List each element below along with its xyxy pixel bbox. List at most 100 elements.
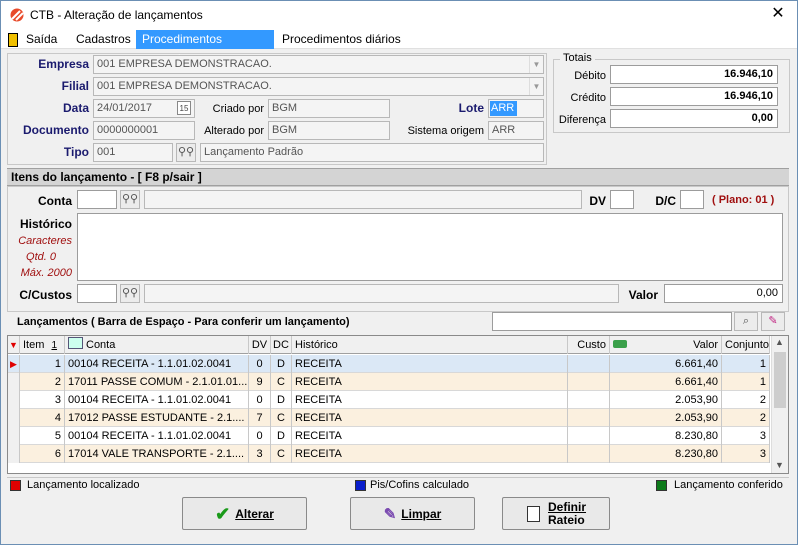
cell-historico: RECEITA	[292, 445, 568, 463]
legend-conferido-label: Lançamento conferido	[674, 479, 783, 491]
scroll-up-icon[interactable]: ▲	[775, 337, 784, 347]
menu-saida[interactable]: Saída	[20, 30, 63, 49]
alterar-button[interactable]: ✔ Alterar	[182, 497, 307, 530]
table-row[interactable]: ▶ 1 00104 RECEITA - 1.1.01.02.0041 0 D R…	[8, 355, 770, 373]
debito-value: 16.946,10	[610, 65, 778, 84]
valor-field[interactable]: 0,00	[664, 284, 783, 303]
col-dv[interactable]: DV	[249, 336, 271, 354]
lancamentos-search-input[interactable]	[492, 312, 732, 331]
vertical-scrollbar[interactable]: ▲ ▼	[771, 336, 788, 473]
col-conta-label: Conta	[86, 339, 116, 351]
chevron-down-icon[interactable]: ▼	[529, 78, 543, 95]
scroll-thumb[interactable]	[774, 352, 786, 408]
menu-procedimentos-mensais[interactable]: Procedimentos mensais	[136, 30, 274, 65]
col-conta[interactable]: Conta	[65, 336, 249, 354]
cell-conjunto: 3	[722, 427, 770, 445]
col-valor[interactable]: Valor	[610, 336, 722, 354]
cell-dv: 3	[249, 445, 271, 463]
historico-textarea[interactable]	[77, 213, 783, 281]
cell-dc: D	[271, 391, 292, 409]
alterado-label: Alterado por	[204, 125, 264, 137]
cell-conta: 17011 PASSE COMUM - 2.1.01.01...	[65, 373, 249, 391]
cell-conta: 00104 RECEITA - 1.1.01.02.0041	[65, 391, 249, 409]
col-custo[interactable]: Custo	[568, 336, 610, 354]
table-row[interactable]: 3 00104 RECEITA - 1.1.01.02.0041 0 D REC…	[8, 391, 770, 409]
cell-valor: 8.230,80	[610, 427, 722, 445]
cell-valor: 6.661,40	[610, 355, 722, 373]
col-dc[interactable]: DC	[271, 336, 292, 354]
cell-dv: 9	[249, 373, 271, 391]
cell-custo	[568, 355, 610, 373]
limpar-label: Limpar	[401, 507, 442, 521]
row-indicator	[8, 409, 20, 427]
credito-label: Crédito	[570, 92, 606, 104]
table-row[interactable]: 6 17014 VALE TRANSPORTE - 2.1.... 3 C RE…	[8, 445, 770, 463]
table-row[interactable]: 4 17012 PASSE ESTUDANTE - 2.1.... 7 C RE…	[8, 409, 770, 427]
caracteres-label: Caracteres	[18, 235, 72, 247]
cell-conta: 17012 PASSE ESTUDANTE - 2.1....	[65, 409, 249, 427]
cell-historico: RECEITA	[292, 427, 568, 445]
dv-field[interactable]	[610, 190, 634, 209]
calendar-icon[interactable]: 15	[177, 101, 191, 115]
check-icon: ✔	[215, 504, 231, 524]
cell-item: 5	[20, 427, 65, 445]
row-indicator	[8, 373, 20, 391]
criado-field: BGM	[268, 99, 390, 118]
cell-historico: RECEITA	[292, 373, 568, 391]
brush-icon[interactable]: ✎	[761, 312, 785, 331]
itens-section-header: Itens do lançamento - [ F8 p/sair ]	[7, 168, 789, 186]
table-row[interactable]: 2 17011 PASSE COMUM - 2.1.01.01... 9 C R…	[8, 373, 770, 391]
ccustos-field[interactable]	[77, 284, 117, 303]
menu-cadastros[interactable]: Cadastros	[70, 30, 137, 49]
cell-item: 6	[20, 445, 65, 463]
lancamentos-title: Lançamentos ( Barra de Espaço - Para con…	[17, 316, 350, 328]
credito-value: 16.946,10	[610, 87, 778, 106]
table-row[interactable]: 5 00104 RECEITA - 1.1.01.02.0041 0 D REC…	[8, 427, 770, 445]
cell-historico: RECEITA	[292, 355, 568, 373]
col-item-label: Item	[23, 339, 45, 351]
exit-icon	[8, 33, 18, 47]
cell-item: 4	[20, 409, 65, 427]
cell-custo	[568, 409, 610, 427]
tipo-label: Tipo	[63, 145, 89, 159]
app-logo-icon	[8, 8, 26, 22]
empresa-select[interactable]: 001 EMPRESA DEMONSTRACAO.	[93, 55, 544, 74]
limpar-button[interactable]: ✎ Limpar	[350, 497, 475, 530]
cell-dc: C	[271, 445, 292, 463]
col-historico[interactable]: Histórico	[292, 336, 568, 354]
row-indicator	[8, 391, 20, 409]
cell-dv: 0	[249, 427, 271, 445]
data-label: Data	[62, 101, 89, 115]
cell-valor: 8.230,80	[610, 445, 722, 463]
menu-procedimentos-diarios[interactable]: Procedimentos diários	[276, 30, 407, 49]
col-item-sort: 1	[51, 340, 58, 351]
binoculars-icon[interactable]: ⚲⚲	[120, 284, 140, 303]
filial-select[interactable]: 001 EMPRESA DEMONSTRACAO.	[93, 77, 544, 96]
cell-conta: 00104 RECEITA - 1.1.01.02.0041	[65, 427, 249, 445]
cell-custo	[568, 391, 610, 409]
definir-rateio-button[interactable]: Definir Rateio	[502, 497, 610, 530]
tipo-code-field[interactable]: 001	[93, 143, 173, 162]
diferenca-value: 0,00	[610, 109, 778, 128]
chevron-down-icon[interactable]: ▼	[529, 56, 543, 73]
tipo-desc-field: Lançamento Padrão	[200, 143, 544, 162]
cell-conjunto: 1	[722, 373, 770, 391]
documento-field[interactable]: 0000000001	[93, 121, 195, 140]
cell-item: 1	[20, 355, 65, 373]
cell-conjunto: 3	[722, 445, 770, 463]
documento-label: Documento	[23, 123, 89, 137]
scroll-down-icon[interactable]: ▼	[775, 460, 784, 470]
dc-field[interactable]	[680, 190, 704, 209]
binoculars-icon[interactable]: ⚲⚲	[120, 190, 140, 209]
binoculars-icon[interactable]: ⚲⚲	[176, 143, 196, 162]
plano-text: ( Plano: 01 )	[712, 194, 775, 206]
qtd-label: Qtd. 0	[26, 251, 56, 263]
close-icon[interactable]: ✕	[766, 3, 790, 25]
cell-custo	[568, 427, 610, 445]
conta-field[interactable]	[77, 190, 117, 209]
col-conjunto[interactable]: Conjunto	[722, 336, 770, 354]
search-icon[interactable]: ⌕	[734, 312, 758, 331]
cell-item: 2	[20, 373, 65, 391]
col-item[interactable]: Item 1	[20, 336, 65, 354]
cell-dc: D	[271, 355, 292, 373]
